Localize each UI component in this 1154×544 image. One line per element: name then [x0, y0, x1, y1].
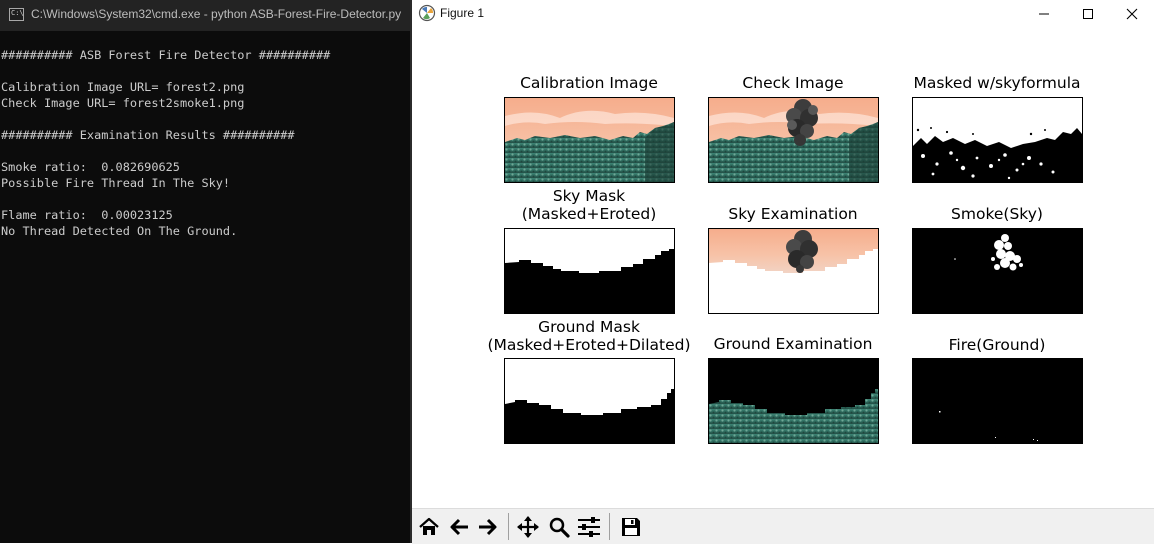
zoom-button[interactable] [544, 512, 573, 541]
ground-examination-image [709, 359, 878, 443]
arrow-left-icon [450, 518, 468, 535]
cmd-window: C:\ C:\Windows\System32\cmd.exe - python… [0, 0, 411, 543]
calibration-image [505, 98, 674, 182]
sky-mask-axes[interactable] [504, 228, 675, 314]
toolbar-separator [609, 513, 610, 540]
smoke-mask-image [913, 229, 1082, 313]
sliders-icon [577, 516, 600, 537]
arrow-right-icon [478, 518, 496, 535]
smoke-sky-axes[interactable] [912, 228, 1083, 314]
toolbar-separator [508, 513, 509, 540]
matplotlib-logo-icon [418, 4, 436, 22]
figure-window-title: Figure 1 [440, 6, 485, 20]
console-line: No Thread Detected On The Ground. [1, 224, 238, 238]
forward-button[interactable] [473, 512, 502, 541]
subplot-title: Smoke(Sky) [951, 205, 1043, 223]
navigation-toolbar [412, 508, 1154, 544]
figure-window: Figure 1 Calibration Image Check Image M… [412, 0, 1154, 544]
cmd-icon: C:\ [9, 8, 24, 21]
console-line: Possible Fire Thread In The Sky! [1, 176, 231, 190]
home-icon [418, 517, 439, 535]
check-image-axes[interactable] [708, 97, 879, 183]
console-line: Calibration Image URL= forest2.png [1, 80, 245, 94]
fire-mask-image [913, 359, 1082, 443]
console-line: Smoke ratio: 0.082690625 [1, 160, 180, 174]
save-button[interactable] [616, 512, 645, 541]
ground-mask-axes[interactable] [504, 358, 675, 444]
sky-formula-mask-image [913, 98, 1082, 182]
console-line: ########## ASB Forest Fire Detector ####… [1, 48, 331, 62]
back-button[interactable] [444, 512, 473, 541]
figure-title-bar[interactable]: Figure 1 [412, 0, 1154, 27]
zoom-icon [549, 517, 570, 538]
console-line: Check Image URL= forest2smoke1.png [1, 96, 245, 110]
masked-skyformula-axes[interactable] [912, 97, 1083, 183]
ground-examination-axes[interactable] [708, 358, 879, 444]
ground-mask-image [505, 359, 674, 443]
maximize-button[interactable] [1066, 0, 1110, 27]
cmd-window-title: C:\Windows\System32\cmd.exe - python ASB… [31, 7, 402, 21]
calibration-image-axes[interactable] [504, 97, 675, 183]
subplot-title: Fire(Ground) [948, 336, 1046, 354]
sky-mask-image [505, 229, 674, 313]
console-line: ########## Examination Results #########… [1, 128, 295, 142]
home-button[interactable] [414, 512, 443, 541]
configure-subplots-button[interactable] [574, 512, 603, 541]
subplot-title: Masked w/skyformula [913, 74, 1081, 92]
sky-examination-axes[interactable] [708, 228, 879, 314]
fire-ground-axes[interactable] [912, 358, 1083, 444]
close-icon [1126, 8, 1138, 19]
console-line: Flame ratio: 0.00023125 [1, 208, 173, 222]
check-image [709, 98, 878, 182]
pan-button[interactable] [513, 512, 542, 541]
minimize-button[interactable] [1022, 0, 1066, 27]
console-output[interactable]: ########## ASB Forest Fire Detector ####… [1, 47, 409, 239]
cmd-title-bar[interactable]: C:\ C:\Windows\System32\cmd.exe - python… [0, 0, 411, 31]
move-icon [516, 515, 539, 538]
sky-examination-image [709, 229, 878, 313]
minimize-icon [1039, 13, 1049, 14]
close-button[interactable] [1110, 0, 1154, 27]
save-icon [621, 517, 640, 536]
maximize-icon [1083, 8, 1093, 19]
